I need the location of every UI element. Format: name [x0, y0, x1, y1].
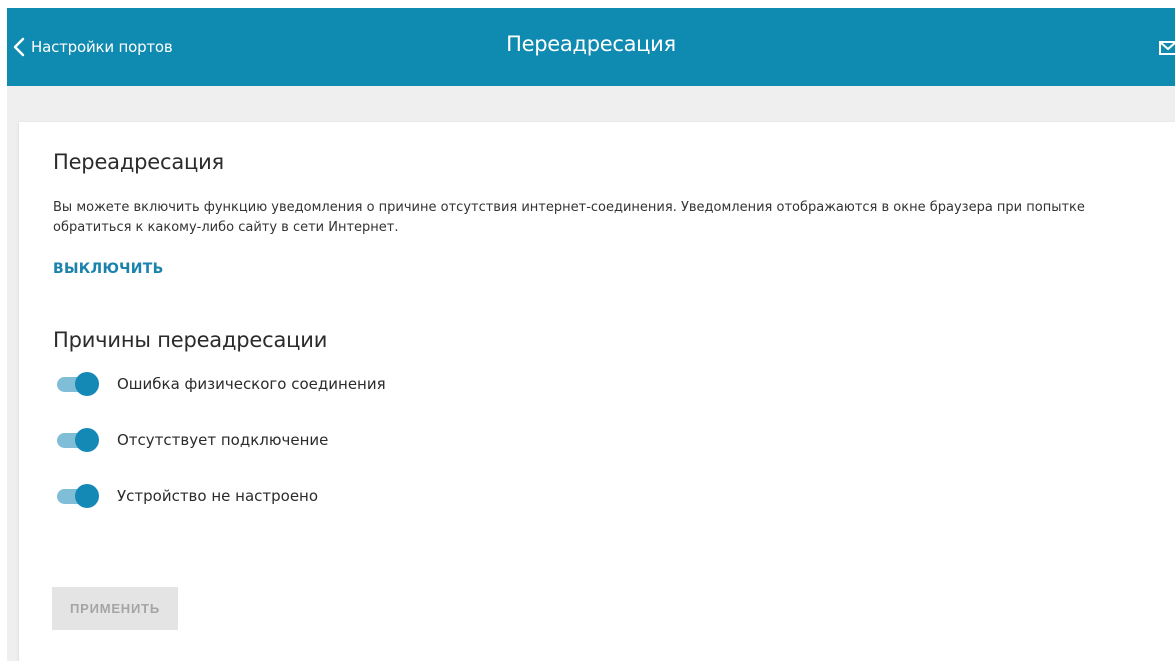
reason-row-physical-link-error[interactable]: Ошибка физического соединения [55, 372, 386, 396]
toggle-switch-device-not-configured[interactable] [55, 484, 99, 508]
redirect-settings-card: Переадресация Вы можете включить функцию… [19, 122, 1175, 661]
mail-icon[interactable] [1159, 40, 1175, 55]
disable-redirect-link[interactable]: ВЫКЛЮЧИТЬ [53, 261, 164, 277]
reason-row-device-not-configured[interactable]: Устройство не настроено [55, 484, 318, 508]
reason-label: Отсутствует подключение [117, 431, 329, 449]
toggle-switch-physical-link-error[interactable] [55, 372, 99, 396]
section-title-reasons: Причины переадресации [53, 328, 328, 352]
reason-label: Устройство не настроено [117, 487, 319, 505]
section-description: Вы можете включить функцию уведомления о… [53, 200, 1085, 235]
toggle-switch-no-connection[interactable] [55, 428, 99, 452]
apply-button[interactable]: ПРИМЕНИТЬ [52, 587, 178, 630]
page-title: Переадресация [506, 32, 676, 56]
section-title-redirect: Переадресация [53, 150, 224, 174]
page: Настройки портов Переадресация Переадрес… [0, 0, 1175, 661]
toggle-knob [75, 372, 99, 396]
left-border [0, 0, 7, 661]
toggle-knob [75, 428, 99, 452]
reason-row-no-connection[interactable]: Отсутствует подключение [55, 428, 328, 452]
reason-label: Ошибка физического соединения [117, 375, 386, 393]
top-header-bar: Настройки портов Переадресация [7, 8, 1175, 86]
toggle-knob [75, 484, 99, 508]
